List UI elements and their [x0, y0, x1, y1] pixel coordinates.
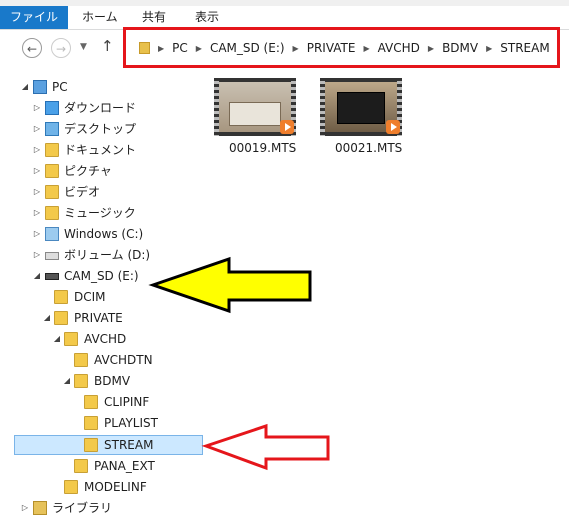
- annotation-overlay: [148, 256, 330, 471]
- yellow-arrow: [148, 256, 312, 314]
- red-arrow: [201, 423, 330, 471]
